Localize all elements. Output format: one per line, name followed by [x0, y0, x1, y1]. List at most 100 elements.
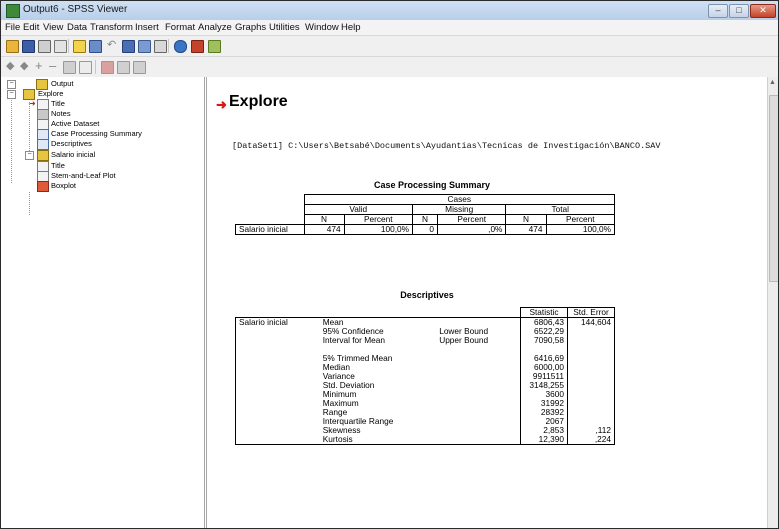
statistic-cell: 12,390	[520, 435, 568, 445]
vertical-scrollbar[interactable]: ▲	[767, 77, 778, 528]
expand-icon[interactable]: +	[35, 59, 43, 72]
menu-transform[interactable]: Transform	[90, 22, 133, 33]
row-sublabel	[436, 372, 522, 381]
toolbar-separator	[95, 60, 96, 74]
row-sublabel: Upper Bound	[436, 336, 522, 345]
menu-analyze[interactable]: Analyze	[198, 22, 232, 33]
sub-header: N	[505, 214, 547, 225]
menu-bar: File Edit View Data Transform Insert For…	[1, 20, 778, 36]
row-sublabel	[436, 417, 522, 426]
insert-output-icon[interactable]	[154, 40, 167, 53]
group-header: Missing	[412, 204, 507, 215]
menu-graphs[interactable]: Graphs	[235, 22, 266, 33]
hide-icon[interactable]	[79, 61, 92, 74]
variables-icon[interactable]	[138, 40, 151, 53]
row-variable-cell	[234, 426, 320, 435]
outline-toolbar: ◆ ◆ + –	[1, 57, 778, 78]
insert-heading-icon[interactable]	[101, 61, 114, 74]
sub-header: Percent	[436, 214, 507, 225]
export-icon[interactable]	[73, 40, 86, 53]
stderr-cell	[567, 390, 615, 399]
dataset-line: [DataSet1] C:\Users\Betsabé\Documents\Ay…	[232, 141, 661, 151]
show-icon[interactable]	[63, 61, 76, 74]
table-row: Salario inicial 474 100,0% 0 ,0% 474 100…	[235, 224, 616, 235]
stderr-header: Std. Error	[567, 307, 615, 318]
row-sublabel	[436, 426, 522, 435]
row-sublabel	[436, 354, 522, 363]
menu-format[interactable]: Format	[165, 22, 195, 33]
explore-heading: Explore	[229, 93, 288, 110]
menu-insert[interactable]: Insert	[135, 22, 159, 33]
row-sublabel	[436, 345, 522, 354]
table-cell: 474	[303, 224, 345, 235]
spss-app-icon	[6, 4, 20, 18]
menu-utilities[interactable]: Utilities	[269, 22, 300, 33]
save-icon[interactable]	[22, 40, 35, 53]
toolbar-separator	[168, 39, 169, 53]
row-variable-cell	[234, 399, 320, 408]
close-button[interactable]: ✕	[750, 4, 776, 18]
cases-header: Cases	[303, 194, 615, 205]
demote-icon[interactable]: ◆	[20, 60, 28, 72]
minimize-button[interactable]: –	[708, 4, 728, 18]
table-cell: 0	[412, 224, 438, 235]
tree-connector	[29, 192, 30, 215]
stderr-cell	[567, 363, 615, 372]
print-icon[interactable]	[38, 40, 51, 53]
group-header: Total	[505, 204, 615, 215]
menu-edit[interactable]: Edit	[23, 22, 39, 33]
insert-text-icon[interactable]	[133, 61, 146, 74]
insert-title-icon[interactable]	[117, 61, 130, 74]
case-processing-summary-table[interactable]: Cases Valid Missing Total N Percent N Pe…	[235, 194, 616, 235]
menu-window[interactable]: Window	[305, 22, 339, 33]
outline-label: Stem-and-Leaf Plot	[51, 171, 116, 180]
row-label: Salario inicial	[235, 224, 305, 235]
descriptives-table[interactable]: Statistic Std. Error Salario inicial Mean…	[234, 307, 615, 445]
menu-data[interactable]: Data	[67, 22, 87, 33]
collapse-icon[interactable]: –	[49, 59, 56, 72]
menu-file[interactable]: File	[5, 22, 20, 33]
promote-icon[interactable]: ◆	[6, 60, 14, 72]
scrollbar-thumb[interactable]	[769, 95, 778, 282]
statistic-cell: 7090,58	[520, 336, 568, 345]
table-icon	[37, 139, 49, 150]
stderr-cell	[567, 354, 615, 363]
dialog-recall-icon[interactable]	[89, 40, 102, 53]
undo-icon[interactable]: ↶	[107, 39, 116, 51]
group-header: Valid	[303, 204, 414, 215]
outline-label: Notes	[51, 109, 71, 118]
collapse-toggle-icon[interactable]: −	[25, 151, 34, 160]
use-sets-icon[interactable]	[174, 40, 187, 53]
stderr-cell	[567, 408, 615, 417]
select-last-output-icon[interactable]	[191, 40, 204, 53]
selection-arrow-icon: ➜	[29, 99, 36, 108]
collapse-toggle-icon[interactable]: −	[7, 90, 16, 99]
row-variable-cell	[234, 390, 320, 399]
row-variable-cell: Salario inicial	[234, 317, 320, 327]
row-sublabel	[436, 399, 522, 408]
designate-window-icon[interactable]	[208, 40, 221, 53]
outline-label: Title	[51, 99, 65, 108]
stderr-cell: ,224	[567, 435, 615, 445]
stderr-cell	[567, 336, 615, 345]
window-title: Output6 - SPSS Viewer	[23, 4, 128, 15]
menu-help[interactable]: Help	[341, 22, 361, 33]
sub-header: Percent	[545, 214, 616, 225]
row-sublabel	[436, 435, 522, 445]
row-label: Kurtosis	[319, 435, 437, 445]
table-cell: 100,0%	[545, 224, 616, 235]
collapse-toggle-icon[interactable]: −	[7, 80, 16, 89]
maximize-button[interactable]: □	[729, 4, 749, 18]
menu-view[interactable]: View	[43, 22, 63, 33]
open-icon[interactable]	[6, 40, 19, 53]
stderr-cell	[567, 399, 615, 408]
scroll-up-icon[interactable]: ▲	[769, 79, 776, 86]
print-preview-icon[interactable]	[54, 40, 67, 53]
outline-label: Case Processing Summary	[51, 129, 142, 138]
row-variable-cell	[234, 381, 320, 390]
book-icon	[37, 150, 49, 161]
goto-data-icon[interactable]	[122, 40, 135, 53]
row-variable-cell	[234, 435, 320, 445]
tree-connector	[29, 102, 30, 153]
row-variable-cell	[234, 336, 320, 345]
